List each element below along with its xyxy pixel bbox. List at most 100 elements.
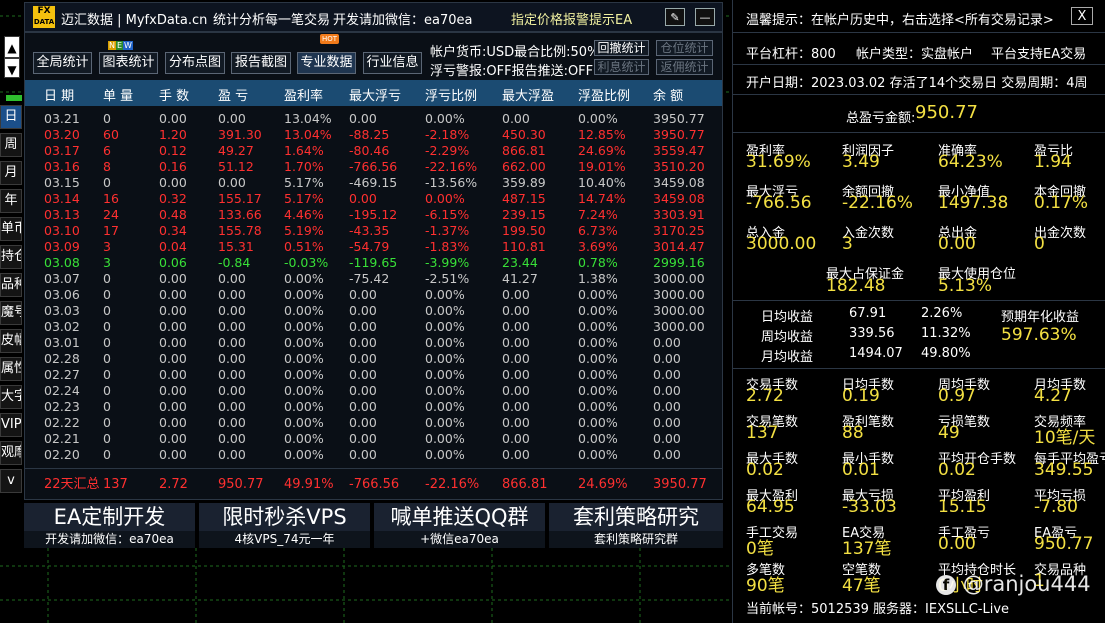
down-arrow-icon[interactable]: ▼ xyxy=(4,58,20,78)
table-cell: 0.34 xyxy=(159,223,187,238)
summary-cell: 22天汇总 xyxy=(44,477,100,492)
table-cell: 0.00 xyxy=(349,351,377,366)
return-percent: 11.32% xyxy=(921,326,971,341)
table-cell: -0.03% xyxy=(284,255,329,270)
table-cell: 5.17% xyxy=(284,191,324,206)
table-cell: 8 xyxy=(103,159,111,174)
stat-value: -766.56 xyxy=(746,193,812,213)
nav-button[interactable]: 图表统计 xyxy=(99,52,158,74)
hot-badge: HOT xyxy=(320,34,340,44)
table-cell: 03.15 xyxy=(44,175,80,190)
table-row: 03.16 8 0.16 51.12 1.70% -766.56 -22.16% 662.00… xyxy=(25,159,722,175)
left-toolbar-item[interactable]: v xyxy=(0,469,22,493)
promo-button[interactable]: EA定制开发 xyxy=(24,503,195,531)
close-icon[interactable]: X xyxy=(1071,7,1093,25)
table-cell: 110.81 xyxy=(502,239,546,254)
rebate-stats-button[interactable]: 返佣统计 xyxy=(656,59,713,75)
table-cell: 0.00 xyxy=(218,303,246,318)
table-cell: 02.21 xyxy=(44,431,80,446)
table-cell: 10.40% xyxy=(578,175,626,190)
edit-icon[interactable]: ✎ xyxy=(665,8,685,26)
table-cell: 03.02 xyxy=(44,319,80,334)
table-cell: 0.00% xyxy=(578,431,618,446)
table-cell: 3000.00 xyxy=(653,271,705,286)
stat-value: 88 xyxy=(842,423,864,443)
promo-subtitle: 4核VPS_74元一年 xyxy=(199,531,370,548)
left-toolbar-item[interactable]: 魔号 xyxy=(0,301,22,325)
table-cell: 359.89 xyxy=(502,175,546,190)
drawdown-stats-button[interactable]: 回撤统计 xyxy=(594,40,649,56)
stat-value: 0.19 xyxy=(842,386,880,406)
brand-title: 迈汇数据 | MyfxData.cn xyxy=(61,13,208,28)
max-position-value: 5.13% xyxy=(938,276,993,296)
left-toolbar-item[interactable]: 日 xyxy=(0,105,22,129)
left-toolbar-item[interactable]: 月 xyxy=(0,161,22,185)
watermark: f @ranjou444 xyxy=(936,572,1091,596)
table-cell: 0.00 xyxy=(349,319,377,334)
table-cell: 0.00 xyxy=(502,447,530,462)
left-toolbar-item[interactable]: 持仓 xyxy=(0,245,22,269)
account-server-line: 当前帐号：5012539 服务器：IEXSLLC-Live xyxy=(746,602,1010,617)
price-alert-ea-link[interactable]: 指定价格报警提示EA xyxy=(511,9,632,28)
table-cell: 0 xyxy=(103,383,111,398)
stat-value: 4.27 xyxy=(1034,386,1072,406)
nav-button[interactable]: 报告截图 xyxy=(231,52,291,74)
table-cell: 0.00 xyxy=(159,415,187,430)
left-toolbar-item[interactable]: 年 xyxy=(0,189,22,213)
interest-stats-button[interactable]: 利息统计 xyxy=(594,59,649,75)
table-cell: 0.00 xyxy=(653,431,681,446)
divider xyxy=(733,32,1105,33)
up-arrow-icon[interactable]: ▲ xyxy=(4,36,20,58)
table-cell: 0 xyxy=(103,351,111,366)
table-cell: 0.00 xyxy=(159,351,187,366)
table-row: 03.10 17 0.34 155.78 5.19% -43.35 -1.37% 199.50… xyxy=(25,223,722,239)
left-toolbar-item[interactable]: 属性 xyxy=(0,357,22,381)
table-cell: 3950.77 xyxy=(653,127,705,142)
account-type: 帐户类型：实盘帐户 xyxy=(856,47,974,62)
left-toolbar-item[interactable]: 皮幅 xyxy=(0,329,22,353)
table-cell: 0.00 xyxy=(349,287,377,302)
nav-button[interactable]: 分布点图 xyxy=(165,52,225,74)
table-cell: 03.21 xyxy=(44,111,80,126)
stat-value: 10笔/天 xyxy=(1034,428,1096,448)
table-cell: 0.00 xyxy=(502,303,530,318)
table-cell: 02.22 xyxy=(44,415,80,430)
table-cell: 0 xyxy=(103,175,111,190)
table-cell: 15.31 xyxy=(218,239,254,254)
nav-button[interactable]: 行业信息 xyxy=(363,52,422,74)
divider xyxy=(733,300,1105,301)
table-row: 03.02 0 0.00 0.00 0.00% 0.00 0.00% 0.00 0.00% 300… xyxy=(25,319,722,335)
table-cell: 0.12 xyxy=(159,143,187,158)
promo-button[interactable]: 套利策略研究 xyxy=(549,503,723,531)
promo-button[interactable]: 限时秒杀VPS xyxy=(199,503,370,531)
left-toolbar-item[interactable]: VIP xyxy=(0,413,22,437)
left-toolbar-item[interactable]: 大字 xyxy=(0,385,22,409)
position-stats-button[interactable]: 仓位统计 xyxy=(656,40,713,56)
table-cell: 0.00 xyxy=(502,351,530,366)
stat-value: 64.23% xyxy=(938,152,1003,172)
promo-button[interactable]: 喊单推送QQ群 xyxy=(374,503,545,531)
table-cell: 0.00 xyxy=(218,271,246,286)
nav-button[interactable]: 全局统计 xyxy=(33,52,92,74)
stat-value: -33.03 xyxy=(842,497,897,517)
table-cell: 0.00 xyxy=(653,335,681,350)
minimize-icon[interactable]: — xyxy=(695,8,715,26)
table-row: 03.13 24 0.48 133.66 4.46% -195.12 -6.15% 239.1… xyxy=(25,207,722,223)
table-cell: 0.00 xyxy=(159,335,187,350)
column-header: 日 期 xyxy=(44,89,75,104)
new-badge: NEW xyxy=(108,41,133,50)
table-cell: 0.00 xyxy=(653,415,681,430)
table-cell: 3000.00 xyxy=(653,287,705,302)
left-toolbar-item[interactable]: 单币 xyxy=(0,217,22,241)
left-toolbar-item[interactable]: 品种 xyxy=(0,273,22,297)
nav-button[interactable]: 专业数据 xyxy=(297,52,356,74)
table-cell: 0.00 xyxy=(218,175,246,190)
table-cell: 13.04% xyxy=(284,111,332,126)
table-cell: 0 xyxy=(103,319,111,334)
left-toolbar-item[interactable]: 周 xyxy=(0,133,22,157)
table-cell: 0.06 xyxy=(159,255,187,270)
table-cell: 155.78 xyxy=(218,223,262,238)
stat-value: 950.77 xyxy=(1034,534,1094,554)
left-toolbar-item[interactable]: 观摩 xyxy=(0,441,22,465)
annual-return-value: 597.63% xyxy=(1001,325,1077,345)
